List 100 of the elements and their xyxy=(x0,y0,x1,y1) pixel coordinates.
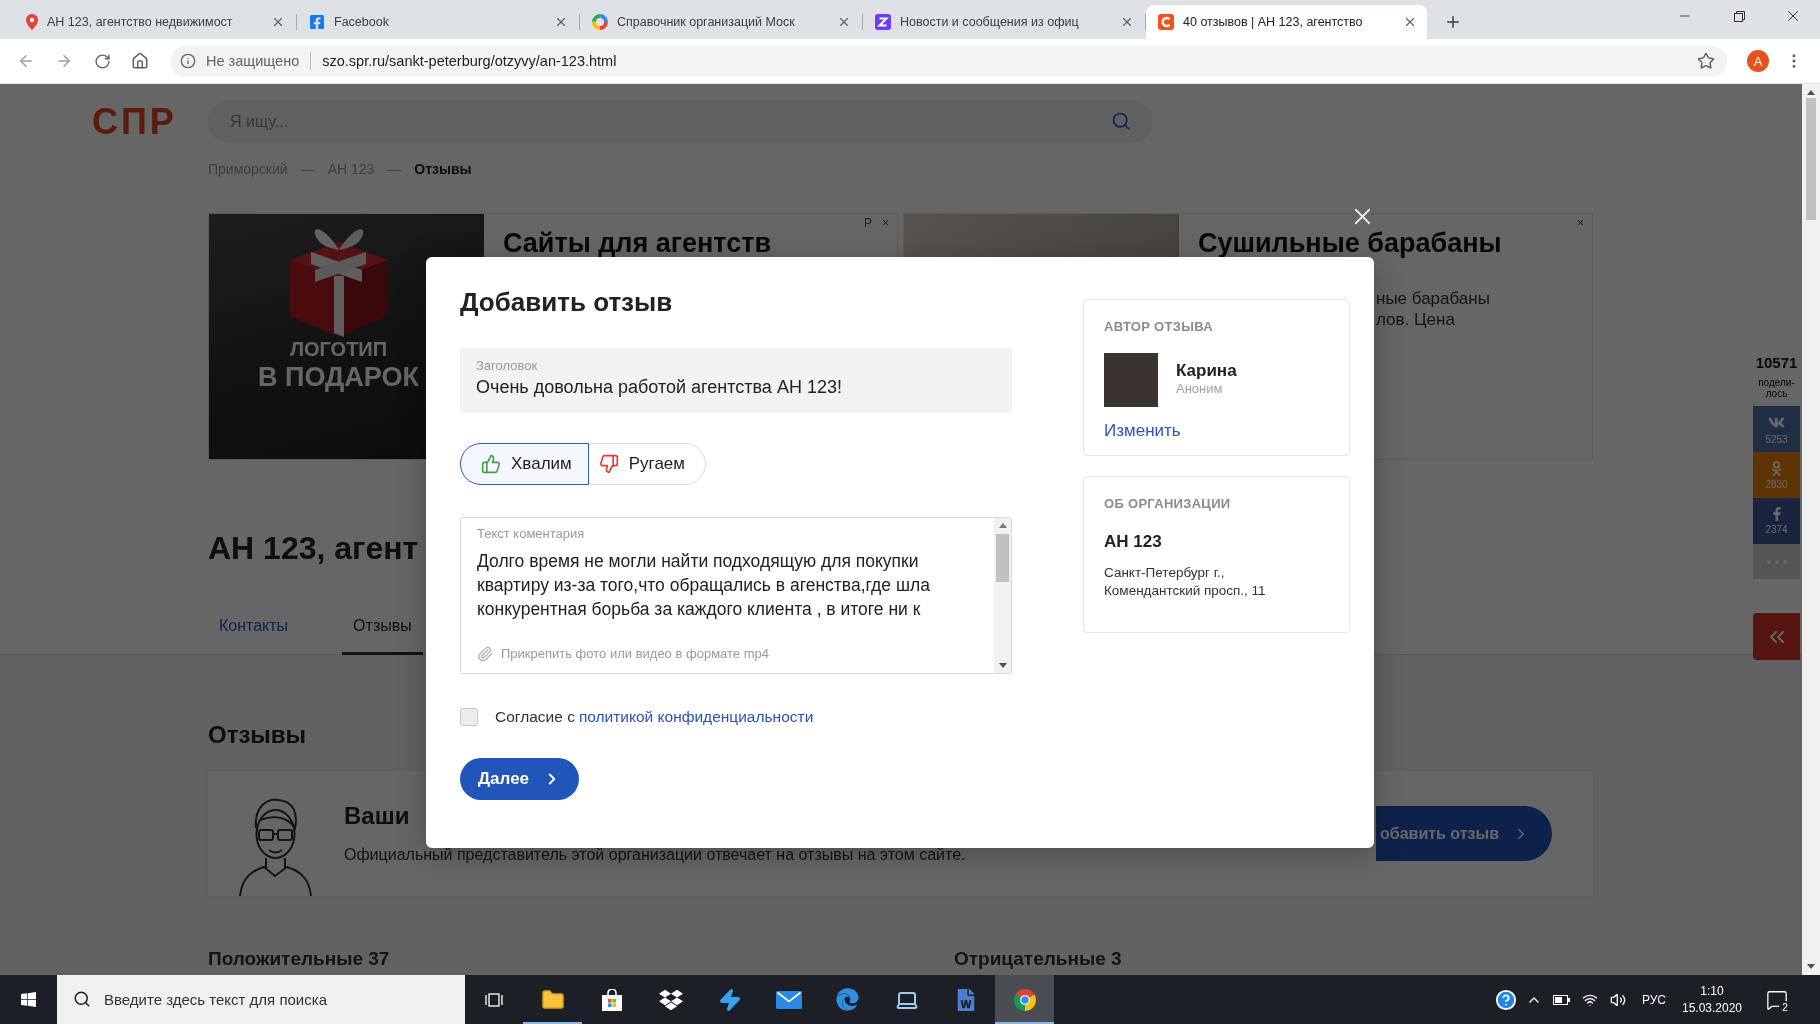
restore-icon[interactable] xyxy=(1733,10,1745,22)
browser-tab[interactable]: 40 отзывов | АН 123, агентство xyxy=(1146,5,1427,39)
change-link[interactable]: Изменить xyxy=(1104,421,1181,441)
attach-link[interactable]: Прикрепить фото или видео в формате mp4 xyxy=(477,646,769,662)
ad-mark[interactable]: × xyxy=(1577,216,1584,230)
ad-title: Сайты для агентств xyxy=(503,230,772,257)
organization-address: Санкт-Петербург г., Комендантский просп., 11 xyxy=(1104,564,1266,600)
scrollbar[interactable] xyxy=(994,518,1011,673)
facebook-icon xyxy=(309,14,325,30)
sentiment-button[interactable]: Ругаем xyxy=(587,443,706,485)
section-title: Отзывы xyxy=(208,720,307,749)
help-icon[interactable] xyxy=(1494,988,1517,1011)
share-button[interactable]: 2830 xyxy=(1753,452,1800,498)
title-field[interactable]: Заголовок Очень довольна работой агентства АН 123! xyxy=(460,348,1012,413)
breadcrumb-separator: — xyxy=(387,161,402,178)
plus-icon[interactable] xyxy=(1444,13,1462,31)
close-icon[interactable] xyxy=(1120,15,1134,29)
search-icon[interactable] xyxy=(1111,111,1131,131)
field-label: Заголовок xyxy=(476,358,538,374)
battery-icon[interactable] xyxy=(1553,994,1571,1005)
close-icon[interactable] xyxy=(271,15,285,29)
scrollbar-thumb[interactable] xyxy=(996,534,1009,582)
page-tab[interactable]: Контакты xyxy=(208,597,300,655)
owner-card-title: Ваши xyxy=(344,802,410,830)
ring-icon xyxy=(592,14,608,30)
browser-tab[interactable]: АН 123, агентство недвижимост xyxy=(14,5,295,39)
person-with-glasses-icon xyxy=(238,796,313,896)
forward-icon[interactable] xyxy=(55,52,73,70)
lightning-icon xyxy=(717,987,742,1012)
ad-title: Сушильные барабаны xyxy=(1198,230,1502,257)
ad-mark[interactable]: × xyxy=(882,216,889,230)
author-name: Карина xyxy=(1176,361,1237,381)
card-heading: АВТОР ОТЗЫВА xyxy=(1104,319,1213,335)
share-button[interactable]: 2374 xyxy=(1753,498,1800,544)
author-status: Аноним xyxy=(1176,381,1223,397)
zigzag-tile-icon xyxy=(875,14,891,30)
search-field[interactable]: Введите здесь текст для поиска xyxy=(57,975,465,1024)
search-icon xyxy=(73,990,91,1008)
info-icon[interactable] xyxy=(180,53,196,69)
security-label: Не защищено xyxy=(206,53,300,69)
share-label: подели-лось xyxy=(1757,377,1796,399)
profile-avatar[interactable]: А xyxy=(1747,50,1769,72)
thumbs-down-icon xyxy=(598,454,619,474)
site-logo[interactable]: СПР xyxy=(92,100,180,143)
breadcrumb-current: Отзывы xyxy=(414,161,472,178)
share-button[interactable]: 5253 xyxy=(1753,406,1800,452)
sentiment-button[interactable]: Хвалим xyxy=(460,443,589,485)
consent-text: Согласие с политикой конфиденциальности xyxy=(495,708,814,726)
privacy-policy-link[interactable]: политикой конфиденциальности xyxy=(578,708,814,725)
volume-icon[interactable] xyxy=(1609,991,1626,1008)
close-icon[interactable] xyxy=(837,15,851,29)
url-text: szo.spr.ru/sankt-peterburg/otzyvy/an-123.html xyxy=(322,53,617,69)
task-view-icon[interactable] xyxy=(485,991,503,1008)
close-icon[interactable] xyxy=(554,15,568,29)
organization-name: АН 123 xyxy=(1104,532,1162,552)
close-icon[interactable] xyxy=(1403,15,1417,29)
card-heading: ОБ ОРГАНИЗАЦИИ xyxy=(1104,496,1231,512)
scrollbar-thumb[interactable] xyxy=(1806,98,1816,220)
field-value: Очень довольна работой агентства АН 123! xyxy=(476,376,842,398)
arrow-down-icon[interactable] xyxy=(998,663,1007,668)
breadcrumb-separator: — xyxy=(300,161,315,178)
clock[interactable]: 1:10 15.03.2020 xyxy=(1676,982,1748,1017)
folder-icon xyxy=(540,987,565,1012)
page-scrollbar[interactable] xyxy=(1802,84,1820,975)
dropbox-icon xyxy=(658,987,683,1012)
address-bar[interactable]: Не защищено szo.spr.ru/sankt-peterburg/otzyvy/an-123.html xyxy=(170,45,1727,77)
avatar-placeholder xyxy=(1104,353,1158,407)
map-pin-icon xyxy=(26,14,38,30)
banner-text: ЛОГОТИП xyxy=(289,337,388,361)
arc-tile-icon xyxy=(1158,14,1174,30)
organization-title: АН 123, агент xyxy=(208,529,419,567)
next-button[interactable]: Далее xyxy=(460,758,580,800)
home-icon[interactable] xyxy=(131,52,149,70)
browser-tab[interactable]: Facebook xyxy=(297,5,578,39)
add-review-button[interactable]: обавить отзыв xyxy=(1376,806,1552,861)
back-icon[interactable] xyxy=(17,52,35,70)
notification-icon[interactable] xyxy=(1766,988,1788,1011)
checkbox[interactable] xyxy=(460,708,478,726)
modal-title: Добавить отзыв xyxy=(460,286,673,318)
odnoklassniki-icon xyxy=(1769,460,1784,476)
language-indicator[interactable]: РУС xyxy=(1641,992,1666,1007)
star-icon[interactable] xyxy=(1697,52,1715,70)
browser-tab[interactable]: Новости и сообщения из офиц xyxy=(863,5,1144,39)
arrow-up-icon[interactable] xyxy=(1807,90,1815,95)
chrome-icon xyxy=(1012,987,1037,1012)
notification-badge: 2 xyxy=(1779,1001,1791,1014)
edge-icon xyxy=(836,988,859,1011)
ad-text: ные барабаны лов. Цена xyxy=(1376,288,1490,330)
ad-mark[interactable]: P xyxy=(863,216,872,230)
reload-icon[interactable] xyxy=(93,52,111,70)
arrow-up-icon[interactable] xyxy=(998,523,1007,528)
review-count-heading[interactable]: Положительные 37 xyxy=(208,948,390,970)
banner-text: В ПОДАРОК xyxy=(258,361,419,393)
review-count-heading[interactable]: Отрицательные 3 xyxy=(954,948,1122,970)
arrow-down-icon[interactable] xyxy=(1807,964,1815,969)
comment-text: Долго время не могли найти подходящую для покупки квартиру из-за того,что обращались в агенства,где шла конкурентная борьба за каждого клиента , в итоге ни к xyxy=(477,550,930,621)
field-label: Текст коментария xyxy=(477,526,585,542)
thumbs-up-icon xyxy=(481,454,501,474)
comment-field[interactable] xyxy=(460,517,1012,674)
browser-tab[interactable]: Справочник организаций Моск xyxy=(580,5,861,39)
